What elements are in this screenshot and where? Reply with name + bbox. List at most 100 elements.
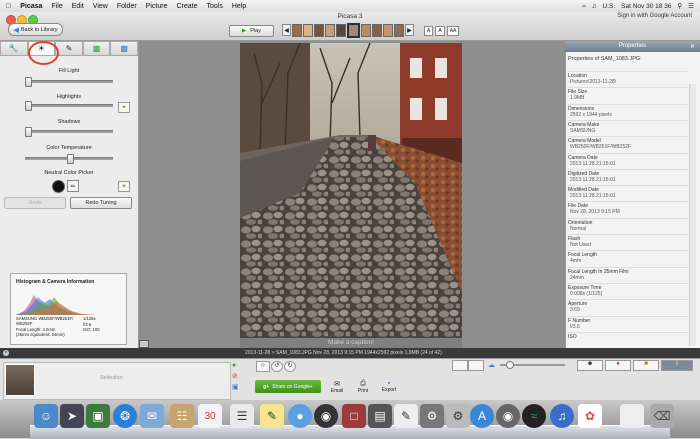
thumbnail[interactable] <box>303 23 314 37</box>
tab-effects[interactable]: ✎ <box>55 41 83 56</box>
menu-edit[interactable]: Edit <box>72 3 84 10</box>
notes-icon[interactable]: ☰ <box>230 404 254 428</box>
undo-button[interactable]: Undo <box>4 197 66 209</box>
app-store-icon[interactable]: A <box>470 404 494 428</box>
tab-extra-effects[interactable]: ▩ <box>110 41 138 56</box>
selected-thumbnail[interactable] <box>5 364 35 396</box>
zoom-slider[interactable] <box>500 361 565 369</box>
trash-icon[interactable]: ⌫ <box>650 404 674 428</box>
places-icon[interactable]: ● <box>605 360 631 371</box>
wifi-icon[interactable]: ≈ <box>582 3 586 10</box>
facetime-icon[interactable]: ◉ <box>314 404 338 428</box>
launchpad-icon[interactable]: ➤ <box>60 404 84 428</box>
info-icon[interactable]: i <box>661 360 693 371</box>
text-size-medium[interactable]: A <box>435 26 445 36</box>
thumbnail[interactable] <box>393 23 404 37</box>
shadows-slider[interactable] <box>25 127 113 137</box>
thumbnail[interactable] <box>325 23 336 37</box>
thumbnail[interactable] <box>292 23 303 37</box>
thumbnail-current[interactable] <box>347 22 360 38</box>
thumbnail[interactable] <box>336 23 347 37</box>
utility-icon[interactable]: ⚙ <box>446 404 470 428</box>
photo-image[interactable] <box>240 43 462 338</box>
dashboard-icon[interactable]: ▣ <box>86 404 110 428</box>
color-swatch[interactable] <box>52 180 65 193</box>
next-photo-icon[interactable]: ▶ <box>404 24 414 36</box>
messages-icon[interactable]: ● <box>288 404 312 428</box>
shadows-knob[interactable] <box>25 127 32 137</box>
hold-icon[interactable]: ● <box>232 362 240 370</box>
zoom-knob[interactable] <box>506 361 514 369</box>
menu-picture[interactable]: Picture <box>146 3 168 10</box>
itunes-icon[interactable]: ♫ <box>550 404 574 428</box>
menu-view[interactable]: View <box>93 3 108 10</box>
list-icon[interactable]: ☰ <box>688 2 694 10</box>
apple-menu-icon[interactable]:  <box>6 3 11 10</box>
tags-icon[interactable]: ■ <box>633 360 659 371</box>
clock[interactable]: Sat Nov 30 18 36 <box>621 3 671 10</box>
fit-view-icon[interactable] <box>468 360 484 371</box>
tab-basic-fixes[interactable]: 🔧 <box>0 41 28 56</box>
fill-light-knob[interactable] <box>25 77 32 87</box>
menu-tools[interactable]: Tools <box>206 3 222 10</box>
documents-icon[interactable] <box>620 404 644 428</box>
highlights-slider[interactable] <box>25 101 113 111</box>
eyedropper-icon[interactable]: ✏ <box>67 180 79 192</box>
menu-create[interactable]: Create <box>176 3 197 10</box>
magic-wand-icon[interactable]: ✦ <box>118 102 130 113</box>
text-size-large[interactable]: AA <box>446 26 460 36</box>
menu-folder[interactable]: Folder <box>117 3 137 10</box>
flag-label[interactable]: U.S. <box>603 3 616 10</box>
textedit-icon[interactable]: ✎ <box>394 404 418 428</box>
safari-icon[interactable]: ❂ <box>113 404 137 428</box>
email-button[interactable]: ✉ Email <box>326 380 348 394</box>
menu-help[interactable]: Help <box>232 3 246 10</box>
thumbnail[interactable] <box>360 23 371 37</box>
play-button[interactable]: ▶ Play <box>229 25 274 37</box>
people-icon[interactable]: ☻ <box>577 360 603 371</box>
properties-scrollbar[interactable] <box>689 84 696 346</box>
volume-icon[interactable]: ♫ <box>592 3 597 10</box>
caption-toggle-icon[interactable] <box>139 340 149 348</box>
fill-light-slider[interactable] <box>25 77 113 87</box>
thumbnail[interactable] <box>371 23 382 37</box>
clear-icon[interactable]: ⊘ <box>232 372 240 380</box>
sign-in-link[interactable]: Sign in with Google Account <box>617 13 692 19</box>
caption-field[interactable]: Make a caption! <box>240 338 462 348</box>
thumbnail[interactable] <box>382 23 393 37</box>
mail-icon[interactable]: ✉ <box>140 404 164 428</box>
contacts-icon[interactable]: ☷ <box>170 404 194 428</box>
album-icon[interactable]: ▣ <box>232 383 240 391</box>
rotate-right-icon[interactable]: ↻ <box>284 361 296 372</box>
close-status-icon[interactable]: × <box>3 350 9 356</box>
magic-wand-icon[interactable]: ✦ <box>118 181 130 192</box>
thumbnail[interactable] <box>314 23 325 37</box>
spotify-icon[interactable]: ≈ <box>522 404 546 428</box>
rotate-left-icon[interactable]: ↺ <box>271 361 283 372</box>
highlights-knob[interactable] <box>25 101 32 111</box>
share-on-google-plus-button[interactable]: g+ Share on Google+ <box>255 380 321 393</box>
close-panel-icon[interactable]: ✕ <box>690 43 697 50</box>
photos-icon[interactable]: ▤ <box>368 404 392 428</box>
reminders-icon[interactable]: ✎ <box>260 404 284 428</box>
photo-booth-icon[interactable]: □ <box>342 404 366 428</box>
back-to-library-button[interactable]: ◀ Back to Library <box>8 23 63 36</box>
tab-more-effects[interactable]: ▩ <box>82 41 111 56</box>
zoom-icon[interactable]: ☁ <box>488 361 498 369</box>
color-temperature-knob[interactable] <box>66 154 74 164</box>
grid-view-icon[interactable] <box>452 360 468 371</box>
system-preferences-icon[interactable]: ⚙ <box>420 404 444 428</box>
export-button[interactable]: ▪ Export <box>378 380 400 393</box>
picasa-icon[interactable]: ✿ <box>578 404 602 428</box>
star-icon[interactable]: ☆ <box>256 361 270 372</box>
redo-tuning-button[interactable]: Redo Tuning <box>70 197 132 209</box>
color-temperature-slider[interactable] <box>25 154 113 164</box>
menu-picasa[interactable]: Picasa <box>20 3 42 10</box>
camera-icon[interactable]: ◉ <box>496 404 520 428</box>
finder-icon[interactable]: ☺ <box>34 404 58 428</box>
print-button[interactable]: ⎙ Print <box>352 380 374 394</box>
text-size-small[interactable]: A <box>424 26 434 36</box>
menu-file[interactable]: File <box>51 3 62 10</box>
calendar-icon[interactable]: 30 <box>198 404 222 428</box>
search-icon[interactable]: ⚲ <box>677 2 682 10</box>
